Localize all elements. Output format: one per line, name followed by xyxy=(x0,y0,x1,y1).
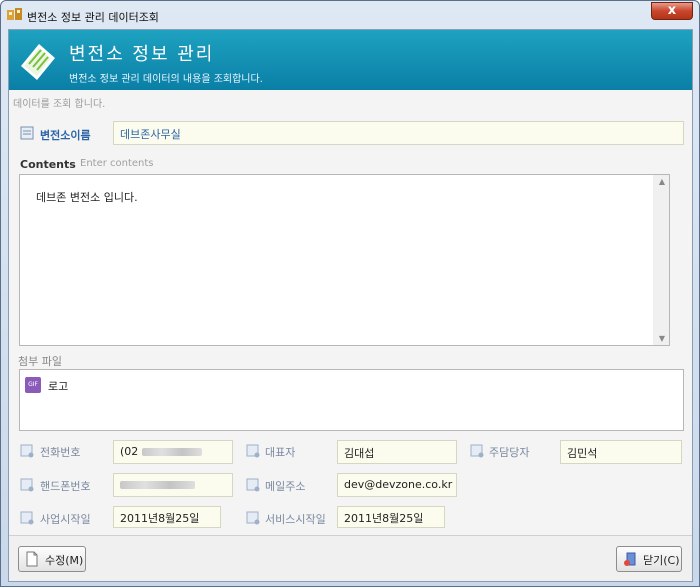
title-bar[interactable]: 변전소 정보 관리 데이터조회 x xyxy=(1,1,699,29)
page-title: 변전소 정보 관리 xyxy=(69,44,215,65)
header-banner: 변전소 정보 관리 변전소 정보 관리 데이터의 내용을 조회합니다. xyxy=(9,30,692,90)
document-edit-icon xyxy=(26,551,38,567)
attachments-label: 첨부 파일 xyxy=(18,355,62,368)
app-icon xyxy=(7,8,22,20)
representative-field[interactable]: 김대섭 xyxy=(337,440,457,464)
button-bar: 수정(M) 닫기(C) xyxy=(9,535,692,581)
representative-label: 대표자 xyxy=(265,446,296,459)
mobile-label: 핸드폰번호 xyxy=(40,480,91,493)
status-text: 데이터를 조회 합니다. xyxy=(13,99,106,110)
attachments-list: GIF 로고 xyxy=(19,369,684,431)
phone-label: 전화번호 xyxy=(40,446,81,459)
gif-file-icon: GIF xyxy=(25,377,41,393)
mobile-field[interactable] xyxy=(113,473,233,497)
edit-button-label: 수정(M) xyxy=(45,554,84,567)
client-area: 변전소 정보 관리 변전소 정보 관리 데이터의 내용을 조회합니다. 데이터를… xyxy=(8,29,693,582)
contents-text: 데브존 변전소 입니다. xyxy=(36,191,138,204)
business-start-field[interactable]: 2011년8월25일 xyxy=(113,506,221,528)
edit-button[interactable]: 수정(M) xyxy=(18,546,86,572)
window-title: 변전소 정보 관리 데이터조회 xyxy=(27,11,159,24)
form-icon xyxy=(20,126,34,140)
service-start-label: 서비스시작일 xyxy=(265,513,326,526)
calendar-field-icon xyxy=(20,511,34,525)
attachment-name: 로고 xyxy=(48,380,69,393)
contents-label: Contents xyxy=(20,158,76,171)
window-close-button[interactable]: x xyxy=(651,2,693,20)
contents-hint: Enter contents xyxy=(80,158,154,169)
scroll-down-icon[interactable]: ▼ xyxy=(659,334,665,343)
email-field-icon xyxy=(246,478,260,492)
scroll-up-icon[interactable]: ▲ xyxy=(659,177,665,186)
phone-field-icon xyxy=(20,444,34,458)
manager-label: 주담당자 xyxy=(489,446,530,459)
redacted-mobile xyxy=(120,481,195,489)
email-field[interactable]: dev@devzone.co.kr xyxy=(337,473,457,497)
close-button-label: 닫기(C) xyxy=(643,554,680,567)
phone-value: (02 xyxy=(120,445,139,458)
email-label: 메일주소 xyxy=(265,480,306,493)
page-subtitle: 변전소 정보 관리 데이터의 내용을 조회합니다. xyxy=(69,74,263,85)
substation-name-label: 변전소이름 xyxy=(40,129,91,142)
document-stack-icon xyxy=(21,44,55,80)
phone-field[interactable]: (02 xyxy=(113,440,233,464)
business-start-label: 사업시작일 xyxy=(40,513,91,526)
manager-field[interactable]: 김민석 xyxy=(560,440,682,464)
contents-scrollbar[interactable]: ▲ ▼ xyxy=(653,175,669,345)
contents-textarea[interactable]: 데브존 변전소 입니다. ▲ ▼ xyxy=(19,174,670,346)
service-start-field[interactable]: 2011년8월25일 xyxy=(337,506,445,528)
close-door-icon xyxy=(624,552,636,566)
person-field-icon xyxy=(470,444,484,458)
person-field-icon xyxy=(246,444,260,458)
mobile-field-icon xyxy=(20,478,34,492)
calendar-field-icon xyxy=(246,511,260,525)
close-button[interactable]: 닫기(C) xyxy=(616,546,682,572)
substation-name-field[interactable]: 데브존사무실 xyxy=(113,121,684,145)
redacted-phone xyxy=(141,448,202,456)
app-window: 변전소 정보 관리 데이터조회 x 변전소 정보 관리 변전소 정보 관리 데이… xyxy=(0,0,700,587)
